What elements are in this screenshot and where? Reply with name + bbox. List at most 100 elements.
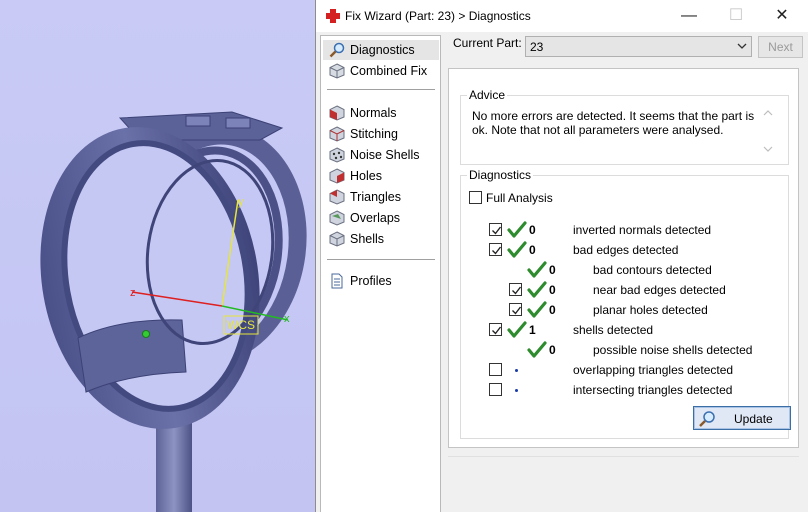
diagnostic-row: 0 near bad edges detected — [461, 281, 781, 299]
nav-item-label: Combined Fix — [350, 64, 428, 78]
diagnostic-checkbox[interactable] — [489, 323, 502, 336]
diagnostic-checkbox[interactable] — [509, 283, 522, 296]
minimize-button[interactable]: — — [667, 3, 711, 29]
cube-icon — [329, 63, 345, 79]
nav-item-label: Overlaps — [350, 211, 401, 225]
diagnostic-count: 1 — [529, 323, 536, 337]
pending-dot-icon — [515, 389, 518, 392]
diagnostics-group: Diagnostics Full Analysis 0 inverted norm… — [460, 168, 791, 439]
document-icon — [331, 273, 343, 289]
chevron-down-icon — [737, 43, 747, 49]
green-check-icon — [527, 281, 547, 299]
diagnostic-label: planar holes detected — [593, 303, 708, 317]
diagnostic-row: overlapping triangles detected — [461, 361, 781, 379]
magnifier-icon — [699, 411, 715, 427]
nav-item-label: Triangles — [350, 190, 401, 204]
part-model — [40, 111, 307, 512]
triangles-cube-icon — [329, 189, 345, 205]
diagnostic-count: 0 — [549, 283, 556, 297]
update-button-label: Update — [734, 412, 773, 426]
diagnostic-label: bad contours detected — [593, 263, 712, 277]
nav-separator — [327, 259, 435, 260]
axis-z-label: z — [130, 287, 136, 299]
nav-item-triangles[interactable]: Triangles — [323, 187, 439, 207]
diagnostic-row: 0 possible noise shells detected — [461, 341, 781, 359]
diagnostic-label: intersecting triangles detected — [573, 383, 733, 397]
advice-title: Advice — [467, 88, 508, 102]
noise-shells-icon — [329, 147, 345, 163]
stitching-cube-icon — [329, 126, 345, 142]
current-part-select[interactable]: 23 — [525, 36, 752, 57]
update-button[interactable]: Update — [693, 406, 791, 430]
diagnostic-count: 0 — [549, 303, 556, 317]
diagnostic-checkbox[interactable] — [489, 223, 502, 236]
diagnostic-checkbox[interactable] — [489, 383, 502, 396]
green-check-icon — [527, 341, 547, 359]
fix-wizard-window: Fix Wizard (Part: 23) > Diagnostics — ☐ … — [315, 0, 808, 512]
nav-item-label: Noise Shells — [350, 148, 420, 162]
diagnostic-row: 1 shells detected — [461, 321, 781, 339]
diagnostic-label: shells detected — [573, 323, 654, 337]
diagnostic-row: 0 inverted normals detected — [461, 221, 781, 239]
advice-text: No more errors are detected. It seems th… — [472, 109, 755, 137]
diagnostic-count: 0 — [549, 343, 556, 357]
diagnostic-count: 0 — [529, 243, 536, 257]
maximize-button[interactable]: ☐ — [714, 3, 758, 29]
holes-cube-icon — [329, 168, 345, 184]
diagnostic-checkbox[interactable] — [489, 363, 502, 376]
nav-item-shells[interactable]: Shells — [323, 229, 439, 249]
advice-scrollbar[interactable] — [762, 108, 774, 154]
green-check-icon — [507, 321, 527, 339]
axis-x-label: x — [284, 313, 290, 325]
nav-item-stitching[interactable]: Stitching — [323, 124, 439, 144]
3d-viewport[interactable]: WCS y x z — [0, 0, 316, 512]
panel-divider — [448, 456, 799, 457]
diagnostic-label: possible noise shells detected — [593, 343, 753, 357]
diagnostic-count: 0 — [549, 263, 556, 277]
diagnostic-label: inverted normals detected — [573, 223, 712, 237]
advice-group: Advice No more errors are detected. It s… — [460, 88, 789, 165]
green-check-icon — [527, 301, 547, 319]
full-analysis-label: Full Analysis — [486, 191, 553, 205]
diagnostic-checkbox[interactable] — [509, 303, 522, 316]
nav-item-overlaps[interactable]: Overlaps — [323, 208, 439, 228]
red-cross-icon — [326, 9, 340, 23]
nav-item-diagnostics[interactable]: Diagnostics — [323, 40, 439, 60]
nav-item-label: Profiles — [350, 274, 392, 288]
wizard-nav: Diagnostics Combined Fix Normals Stitchi… — [320, 35, 441, 512]
nav-item-profiles[interactable]: Profiles — [323, 271, 439, 291]
dialog-content: Diagnostics Combined Fix Normals Stitchi… — [316, 32, 808, 512]
green-check-icon — [527, 261, 547, 279]
diagnostics-panel: Advice No more errors are detected. It s… — [448, 68, 799, 448]
pending-dot-icon — [515, 369, 518, 372]
nav-item-combined-fix[interactable]: Combined Fix — [323, 61, 439, 81]
window-title: Fix Wizard (Part: 23) > Diagnostics — [345, 9, 531, 23]
diagnostic-row: 0 planar holes detected — [461, 301, 781, 319]
diagnostic-row: intersecting triangles detected — [461, 381, 781, 399]
diagnostics-title: Diagnostics — [467, 168, 534, 182]
magnifier-icon — [329, 42, 345, 58]
nav-item-holes[interactable]: Holes — [323, 166, 439, 186]
green-check-icon — [507, 241, 527, 259]
diagnostic-checkbox[interactable] — [489, 243, 502, 256]
diagnostic-label: bad edges detected — [573, 243, 679, 257]
full-analysis-checkbox[interactable] — [469, 191, 482, 204]
green-check-icon — [507, 221, 527, 239]
diagnostic-row: 0 bad contours detected — [461, 261, 781, 279]
diagnostic-count: 0 — [529, 223, 536, 237]
nav-separator — [327, 89, 435, 90]
nav-item-label: Holes — [350, 169, 382, 183]
nav-item-label: Normals — [350, 106, 397, 120]
nav-item-label: Stitching — [350, 127, 398, 141]
diagnostic-label: near bad edges detected — [593, 283, 726, 297]
nav-item-label: Diagnostics — [350, 43, 415, 57]
current-part-label: Current Part: — [453, 36, 522, 50]
next-button[interactable]: Next — [758, 36, 803, 58]
diagnostic-label: overlapping triangles detected — [573, 363, 734, 377]
nav-item-noise-shells[interactable]: Noise Shells — [323, 145, 439, 165]
normals-cube-icon — [329, 105, 345, 121]
shells-cube-icon — [329, 231, 345, 247]
title-bar: Fix Wizard (Part: 23) > Diagnostics — ☐ … — [316, 0, 808, 32]
nav-item-normals[interactable]: Normals — [323, 103, 439, 123]
close-button[interactable]: ✕ — [760, 3, 804, 29]
